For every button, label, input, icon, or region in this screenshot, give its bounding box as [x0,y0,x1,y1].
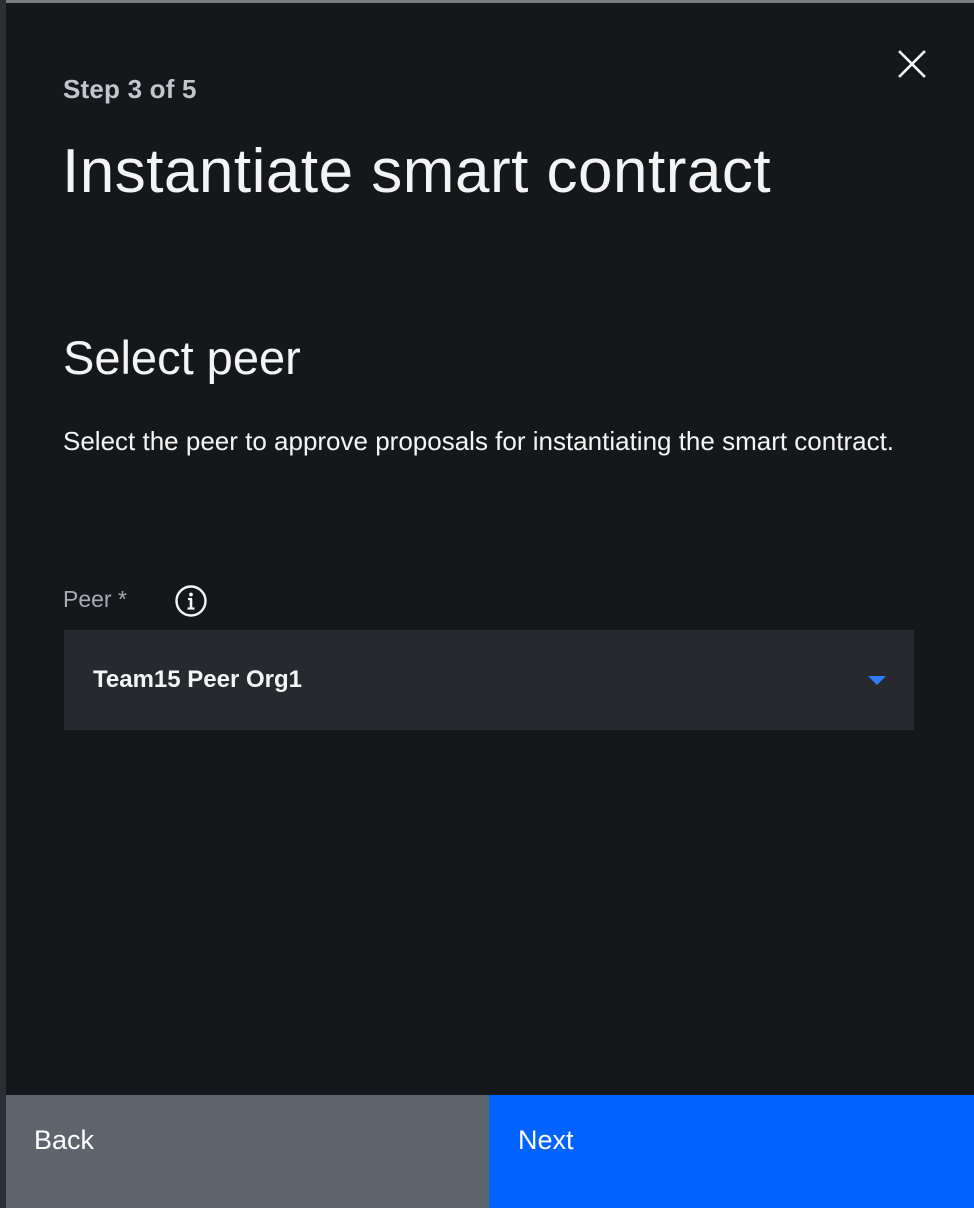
close-button[interactable] [890,42,934,86]
page-title: Instantiate smart contract [62,137,772,206]
peer-select-value: Team15 Peer Org1 [93,666,303,693]
peer-select[interactable]: Team15 Peer Org1 [64,630,914,730]
peer-field-label: Peer * [63,586,127,612]
section-title: Select peer [63,331,301,384]
step-indicator: Step 3 of 5 [63,74,197,104]
next-button-label: Next [518,1125,574,1155]
page: Step 3 of 5 Instantiate smart contract S… [0,0,974,1208]
close-icon [898,50,926,78]
next-button[interactable]: Next [489,1095,974,1208]
section-description: Select the peer to approve proposals for… [63,426,895,456]
back-button-label: Back [34,1125,95,1155]
back-button[interactable]: Back [6,1095,489,1208]
info-icon[interactable] [174,584,208,618]
caret-down-icon [868,676,886,685]
